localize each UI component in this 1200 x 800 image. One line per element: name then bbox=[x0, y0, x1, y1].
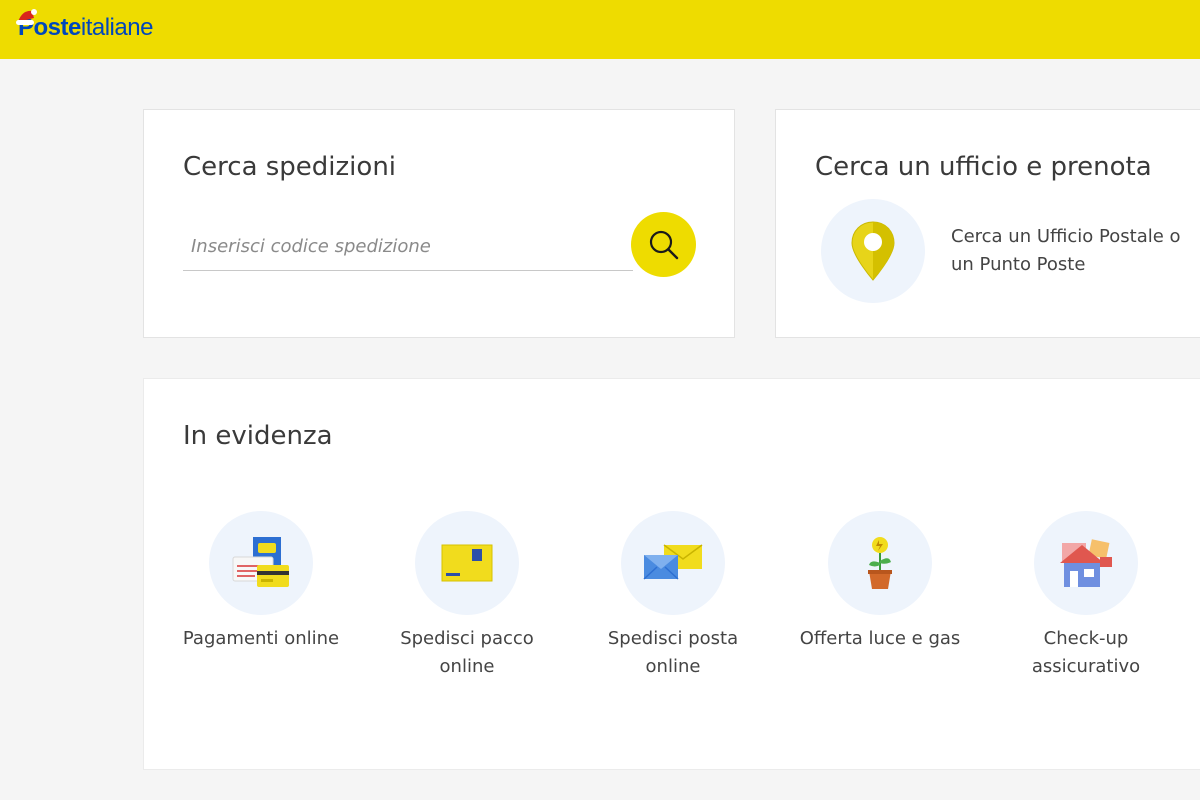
search-shipments-card: Cerca spedizioni bbox=[143, 109, 735, 338]
house-insurance-icon bbox=[1060, 539, 1112, 587]
santa-hat-icon bbox=[16, 9, 37, 25]
featured-item-energy[interactable]: Offerta luce e gas bbox=[790, 511, 970, 653]
featured-item-mail[interactable]: Spedisci posta online bbox=[583, 511, 763, 681]
location-pin-circle bbox=[821, 199, 925, 303]
location-pin-icon bbox=[851, 221, 895, 281]
parcel-icon bbox=[441, 544, 493, 582]
featured-icon-circle bbox=[1034, 511, 1138, 615]
find-office-description[interactable]: Cerca un Ufficio Postale o un Punto Post… bbox=[951, 223, 1200, 279]
featured-label: Spedisci pacco online bbox=[400, 628, 534, 677]
featured-label: Offerta luce e gas bbox=[799, 628, 961, 649]
featured-label: Check-up assicurativo bbox=[1031, 628, 1141, 677]
featured-title: In evidenza bbox=[183, 421, 333, 451]
featured-item-payments[interactable]: Pagamenti online bbox=[171, 511, 351, 653]
featured-item-parcel[interactable]: Spedisci pacco online bbox=[377, 511, 557, 681]
featured-icon-circle bbox=[828, 511, 932, 615]
logo-text-rest: italiane bbox=[80, 14, 154, 41]
plant-energy-icon bbox=[868, 537, 892, 589]
featured-card: In evidenza Pagamenti online Spedisci pa… bbox=[143, 378, 1200, 770]
featured-label: Spedisci posta online bbox=[607, 628, 739, 677]
search-shipments-title: Cerca spedizioni bbox=[183, 152, 397, 182]
mail-envelope-icon bbox=[643, 544, 703, 580]
featured-label: Pagamenti online bbox=[182, 628, 340, 649]
search-icon bbox=[649, 230, 678, 259]
find-office-card[interactable]: Cerca un ufficio e prenota Cerca un Uffi… bbox=[775, 109, 1200, 338]
featured-icon-circle bbox=[209, 511, 313, 615]
find-office-title: Cerca un ufficio e prenota bbox=[815, 152, 1152, 182]
shipment-code-input[interactable] bbox=[183, 223, 633, 271]
featured-icon-circle bbox=[415, 511, 519, 615]
poste-italiane-logo[interactable]: Posteitaliane bbox=[16, 8, 154, 48]
search-button[interactable] bbox=[631, 212, 696, 277]
payments-icon bbox=[232, 537, 289, 587]
logo-text: Posteitaliane bbox=[16, 9, 154, 42]
featured-item-insurance[interactable]: Check-up assicurativo bbox=[996, 511, 1176, 681]
top-header: Posteitaliane bbox=[0, 0, 1200, 59]
featured-icon-circle bbox=[621, 511, 725, 615]
